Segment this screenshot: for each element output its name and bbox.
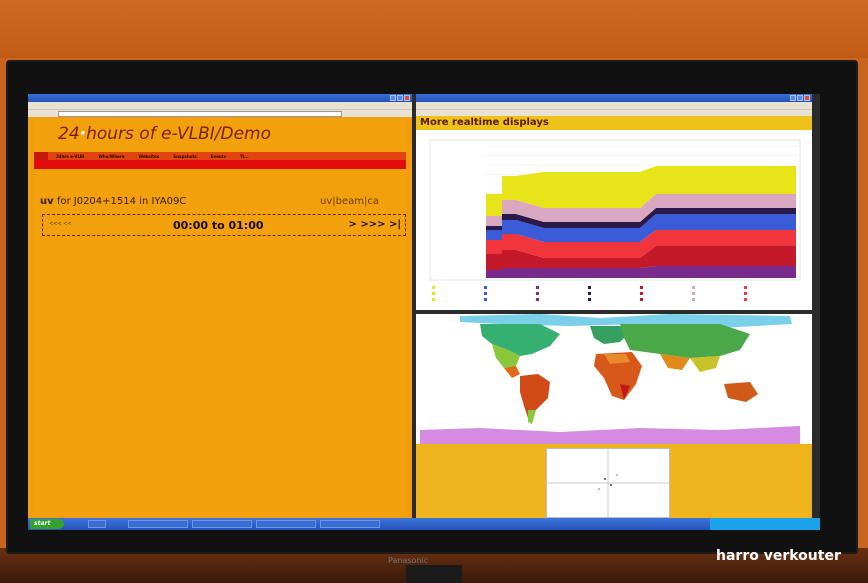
legend-swatch xyxy=(692,298,695,301)
world-map-graphic xyxy=(420,314,800,444)
browser-window-chart: More realtime displays xyxy=(416,94,812,310)
next-time-link[interactable]: > >>> >| xyxy=(348,219,401,230)
description-text xyxy=(48,242,404,264)
legend-swatch xyxy=(536,298,539,301)
taskbar-item[interactable] xyxy=(256,520,316,528)
legend-swatch xyxy=(640,286,643,289)
time-range: 00:00 to 01:00 xyxy=(173,219,264,232)
page-content: More realtime displays xyxy=(416,116,812,310)
legend-swatch xyxy=(640,292,643,295)
nav-item-home[interactable] xyxy=(34,152,48,160)
legend-swatch xyxy=(484,298,487,301)
page-content: 24·hours of e-VLBI/Demo 24hrs e-VLBI Who… xyxy=(34,118,406,516)
source-heading: uv for J0204+1514 in IYA09C xyxy=(40,196,187,207)
nav-item-snapshots[interactable]: Snapshots xyxy=(165,152,203,160)
nav-item-websites[interactable]: Websites xyxy=(131,152,166,160)
monitor-brand: Panasonic xyxy=(388,556,429,565)
taskbar-item[interactable] xyxy=(128,520,188,528)
crosshair-plot xyxy=(547,449,669,517)
legend-swatch xyxy=(588,292,591,295)
menu-bar[interactable] xyxy=(416,102,812,109)
nav-item-more[interactable]: Ti... xyxy=(232,152,255,160)
plot-type-links[interactable]: uv|beam|ca xyxy=(320,196,379,207)
map-window xyxy=(416,314,812,518)
legend-swatch xyxy=(536,292,539,295)
legend-swatch xyxy=(484,286,487,289)
chart-legend xyxy=(432,286,747,301)
quicklaunch-icons[interactable] xyxy=(88,520,106,528)
address-bar xyxy=(28,109,412,117)
legend-swatch xyxy=(744,286,747,289)
monitor-stand xyxy=(406,565,462,583)
nav-bar: 24hrs e-VLBI Who/Where Websites Snapshot… xyxy=(34,152,406,160)
intro-text xyxy=(38,174,404,190)
address-field[interactable] xyxy=(58,111,342,117)
legend-swatch xyxy=(640,298,643,301)
legend-swatch xyxy=(588,298,591,301)
map-footer xyxy=(416,444,812,518)
nav-item-who-where[interactable]: Who/Where xyxy=(90,152,130,160)
time-navigator: <<< << 00:00 to 01:00 > >>> >| xyxy=(42,214,406,236)
stacked-area-chart xyxy=(429,139,801,301)
legend-swatch xyxy=(432,292,435,295)
start-button[interactable]: start xyxy=(30,519,64,529)
system-tray[interactable] xyxy=(710,518,820,530)
legend-swatch xyxy=(588,286,591,289)
address-bar xyxy=(416,109,812,116)
window-titlebar[interactable] xyxy=(28,94,412,102)
close-icon[interactable] xyxy=(404,95,410,101)
legend-swatch xyxy=(536,286,539,289)
window-titlebar[interactable] xyxy=(416,94,812,102)
minimize-icon[interactable] xyxy=(790,95,796,101)
alert-strip xyxy=(34,160,406,169)
menu-bar[interactable] xyxy=(28,102,412,109)
plot-panel xyxy=(546,448,670,518)
page-title: 24·hours of e-VLBI/Demo xyxy=(58,124,272,144)
photo-credit: harro verkouter xyxy=(716,548,841,564)
monitor-screen: 24·hours of e-VLBI/Demo 24hrs e-VLBI Who… xyxy=(28,94,820,530)
legend-swatch xyxy=(692,292,695,295)
legend-swatch xyxy=(692,286,695,289)
wall-background xyxy=(0,0,868,58)
prev-time-link[interactable]: <<< << xyxy=(49,221,72,227)
nav-item-events[interactable]: Events xyxy=(203,152,232,160)
window-controls xyxy=(390,95,410,101)
close-icon[interactable] xyxy=(804,95,810,101)
nav-item-24hrs[interactable]: 24hrs e-VLBI xyxy=(48,152,90,160)
legend-swatch xyxy=(432,298,435,301)
world-map[interactable] xyxy=(420,314,800,444)
maximize-icon[interactable] xyxy=(797,95,803,101)
legend-swatch xyxy=(744,292,747,295)
browser-window-left: 24·hours of e-VLBI/Demo 24hrs e-VLBI Who… xyxy=(28,94,412,518)
stack-layers xyxy=(486,166,796,278)
maximize-icon[interactable] xyxy=(397,95,403,101)
legend-swatch xyxy=(744,298,747,301)
window-controls xyxy=(790,95,810,101)
section-title: More realtime displays xyxy=(416,116,812,130)
legend-swatch xyxy=(484,292,487,295)
taskbar: start xyxy=(28,518,820,530)
taskbar-item[interactable] xyxy=(192,520,252,528)
minimize-icon[interactable] xyxy=(390,95,396,101)
legend-swatch xyxy=(432,286,435,289)
taskbar-item[interactable] xyxy=(320,520,380,528)
